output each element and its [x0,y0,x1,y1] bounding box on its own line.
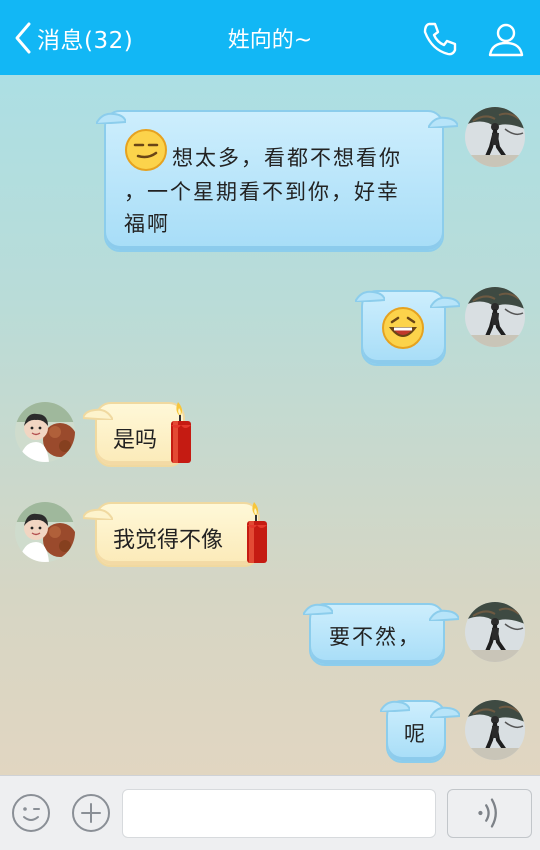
laughing-emoji-icon [382,307,424,349]
back-label: 消息(32) [37,28,134,54]
message-bubble[interactable]: 呢 [380,700,460,763]
smirk-emoji-icon [125,129,167,171]
message-bubble[interactable] [355,290,460,366]
message-text-line: ，一个星期看不到你，好幸 [124,180,400,204]
more-options-button[interactable] [72,794,110,832]
header-bar: 消息(32) 姓向的~ [0,0,540,75]
back-button[interactable]: 消息(32) [12,18,133,58]
avatar[interactable] [465,602,525,662]
message-bubble[interactable]: 我觉得不像 [83,502,267,567]
message-text-line: 福啊 [124,212,170,236]
plus-icon [81,803,101,823]
message-bubble[interactable]: 要不然， [303,603,459,666]
avatar[interactable] [465,287,525,347]
avatar[interactable] [465,700,525,760]
avatar[interactable] [465,107,525,167]
message-input[interactable] [122,789,436,838]
chevron-left-icon [15,22,31,54]
message-text: 呢 [404,722,425,746]
voice-button[interactable] [447,789,532,838]
candle-sticker-icon [247,502,267,563]
emoji-button[interactable] [12,794,50,832]
voice-wave-icon [478,798,497,828]
message-text: 要不然， [329,625,421,649]
message-text-line: 想太多，看都不想看你 [172,146,402,170]
input-bar [0,775,540,850]
phone-icon[interactable] [420,19,460,59]
candle-sticker-icon [171,402,191,463]
message-text: 我觉得不像 [113,528,224,553]
avatar[interactable] [15,502,75,562]
message-text: 是吗 [113,428,158,453]
smiley-icon [23,807,40,821]
message-bubble[interactable]: 想太多，看都不想看你 ，一个星期看不到你，好幸 福啊 [96,110,458,252]
avatar[interactable] [15,402,75,462]
profile-icon[interactable] [486,19,526,59]
message-bubble[interactable]: 是吗 [83,402,191,467]
